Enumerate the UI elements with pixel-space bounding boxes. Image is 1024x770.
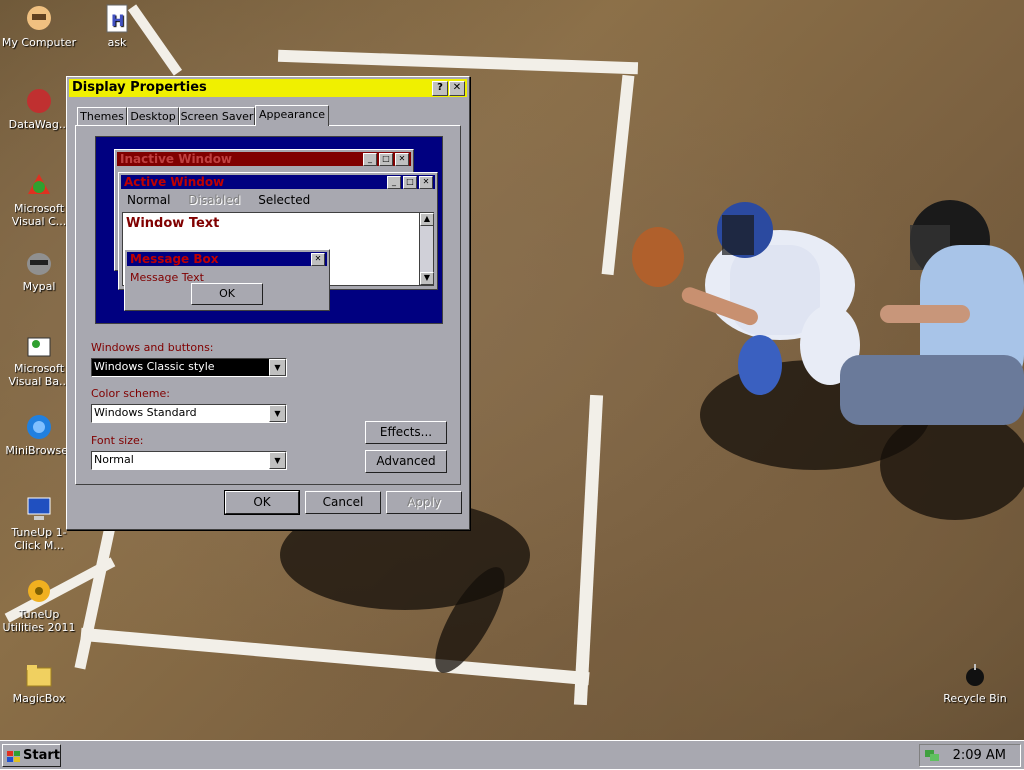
clock[interactable]: 2:09 AM (953, 747, 1006, 764)
window-title: Display Properties (72, 80, 207, 95)
appearance-panel: Inactive Window _ □ ✕ Active Window _ □ … (75, 125, 461, 485)
cancel-button[interactable]: Cancel (305, 491, 381, 514)
preview-active-titlebar: Active Window _ □ ✕ (121, 175, 435, 189)
font-size-select[interactable]: Normal ▼ (91, 451, 287, 470)
tab-desktop[interactable]: Desktop (127, 107, 179, 125)
font-size-label: Font size: (91, 434, 144, 447)
advanced-button[interactable]: Advanced (365, 450, 447, 473)
maximize-icon: □ (403, 176, 417, 189)
datawag-icon (24, 86, 54, 116)
desktop-icon-label: Recycle Bin (943, 692, 1007, 705)
appearance-preview: Inactive Window _ □ ✕ Active Window _ □ … (95, 136, 443, 324)
desktop-icon-ask[interactable]: H ask (79, 4, 155, 49)
tuneup-1click-icon (24, 494, 54, 524)
desktop-icon-label: MagicBox (12, 692, 66, 705)
preview-msgbox-ok: OK (191, 283, 263, 305)
color-scheme-select[interactable]: Windows Standard ▼ (91, 404, 287, 423)
desktop-icon-magicbox[interactable]: MagicBox (1, 660, 77, 705)
display-properties-window: Display Properties ? ✕ Themes Desktop Sc… (66, 76, 470, 530)
umpire-figure (840, 200, 1024, 425)
desktop-icon-label: My Computer (1, 36, 77, 49)
chalk-line (80, 627, 590, 686)
preview-inactive-title: Inactive Window (120, 152, 233, 166)
visual-c-icon (24, 170, 54, 200)
windows-buttons-select[interactable]: Windows Classic style ▼ (91, 358, 287, 377)
windows-buttons-value: Windows Classic style (94, 360, 215, 373)
chalk-line (277, 49, 639, 75)
visual-basic-icon (24, 330, 54, 360)
font-size-value: Normal (94, 453, 134, 466)
preview-scrollbar: ▲ ▼ (419, 212, 434, 286)
effects-button[interactable]: Effects... (365, 421, 447, 444)
desktop-icon-label: TuneUp Utilities 2011 (2, 608, 76, 634)
raccoon-icon (24, 248, 54, 278)
taskbar: Start 2:09 AM (0, 740, 1024, 769)
scroll-up-icon: ▲ (420, 213, 434, 226)
close-icon: ✕ (311, 253, 325, 266)
recycle-bin-icon (960, 660, 990, 690)
chalk-line (573, 394, 604, 706)
help-button[interactable]: ? (432, 81, 448, 96)
preview-menu-disabled: Disabled (188, 193, 241, 207)
desktop-icon-tuneup-utilities[interactable]: TuneUp Utilities 2011 (1, 576, 77, 634)
preview-window-text: Window Text (126, 216, 220, 231)
close-icon: ✕ (395, 153, 409, 166)
color-scheme-label: Color scheme: (91, 387, 170, 400)
preview-menu-normal: Normal (127, 193, 171, 207)
chevron-down-icon[interactable]: ▼ (269, 359, 286, 376)
svg-text:H: H (111, 11, 124, 30)
minimize-icon: _ (387, 176, 401, 189)
desktop-icon-recycle-bin[interactable]: Recycle Bin (937, 660, 1013, 705)
color-scheme-value: Windows Standard (94, 406, 197, 419)
tab-screen-saver[interactable]: Screen Saver (179, 107, 255, 125)
tab-appearance[interactable]: Appearance (255, 105, 329, 126)
close-button[interactable]: ✕ (449, 81, 465, 96)
document-h-icon: H (102, 4, 132, 34)
preview-menu-selected: Selected (258, 193, 311, 207)
preview-active-title: Active Window (124, 175, 225, 189)
preview-inactive-titlebar: Inactive Window _ □ ✕ (117, 152, 411, 166)
preview-message-box: Message Box ✕ Message Text OK (124, 249, 330, 311)
folder-icon (24, 660, 54, 690)
preview-menu: Normal Disabled Selected (127, 193, 310, 207)
system-tray: 2:09 AM (919, 744, 1021, 767)
chevron-down-icon[interactable]: ▼ (269, 452, 286, 469)
windows-buttons-label: Windows and buttons: (91, 341, 214, 354)
windows-logo-icon (7, 749, 21, 762)
tab-themes[interactable]: Themes (77, 107, 127, 125)
close-icon: ✕ (419, 176, 433, 189)
apply-button[interactable]: Apply (386, 491, 462, 514)
tuneup-utilities-icon (24, 576, 54, 606)
maximize-icon: □ (379, 153, 393, 166)
start-label: Start (23, 748, 60, 763)
network-icon[interactable] (924, 747, 940, 763)
my-computer-icon (24, 4, 54, 34)
desktop-icon-label: ask (107, 36, 127, 49)
scroll-down-icon: ▼ (420, 272, 434, 285)
chalk-line (74, 520, 117, 670)
start-button[interactable]: Start (2, 744, 61, 767)
preview-msgbox-titlebar: Message Box ✕ (127, 252, 327, 266)
preview-msgbox-title: Message Box (130, 252, 219, 266)
desktop-icon-my-computer[interactable]: My Computer (1, 4, 77, 49)
chevron-down-icon[interactable]: ▼ (269, 405, 286, 422)
window-titlebar[interactable]: Display Properties ? ✕ (69, 79, 467, 97)
ok-button[interactable]: OK (224, 490, 300, 515)
globe-icon (24, 412, 54, 442)
minimize-icon: _ (363, 153, 377, 166)
